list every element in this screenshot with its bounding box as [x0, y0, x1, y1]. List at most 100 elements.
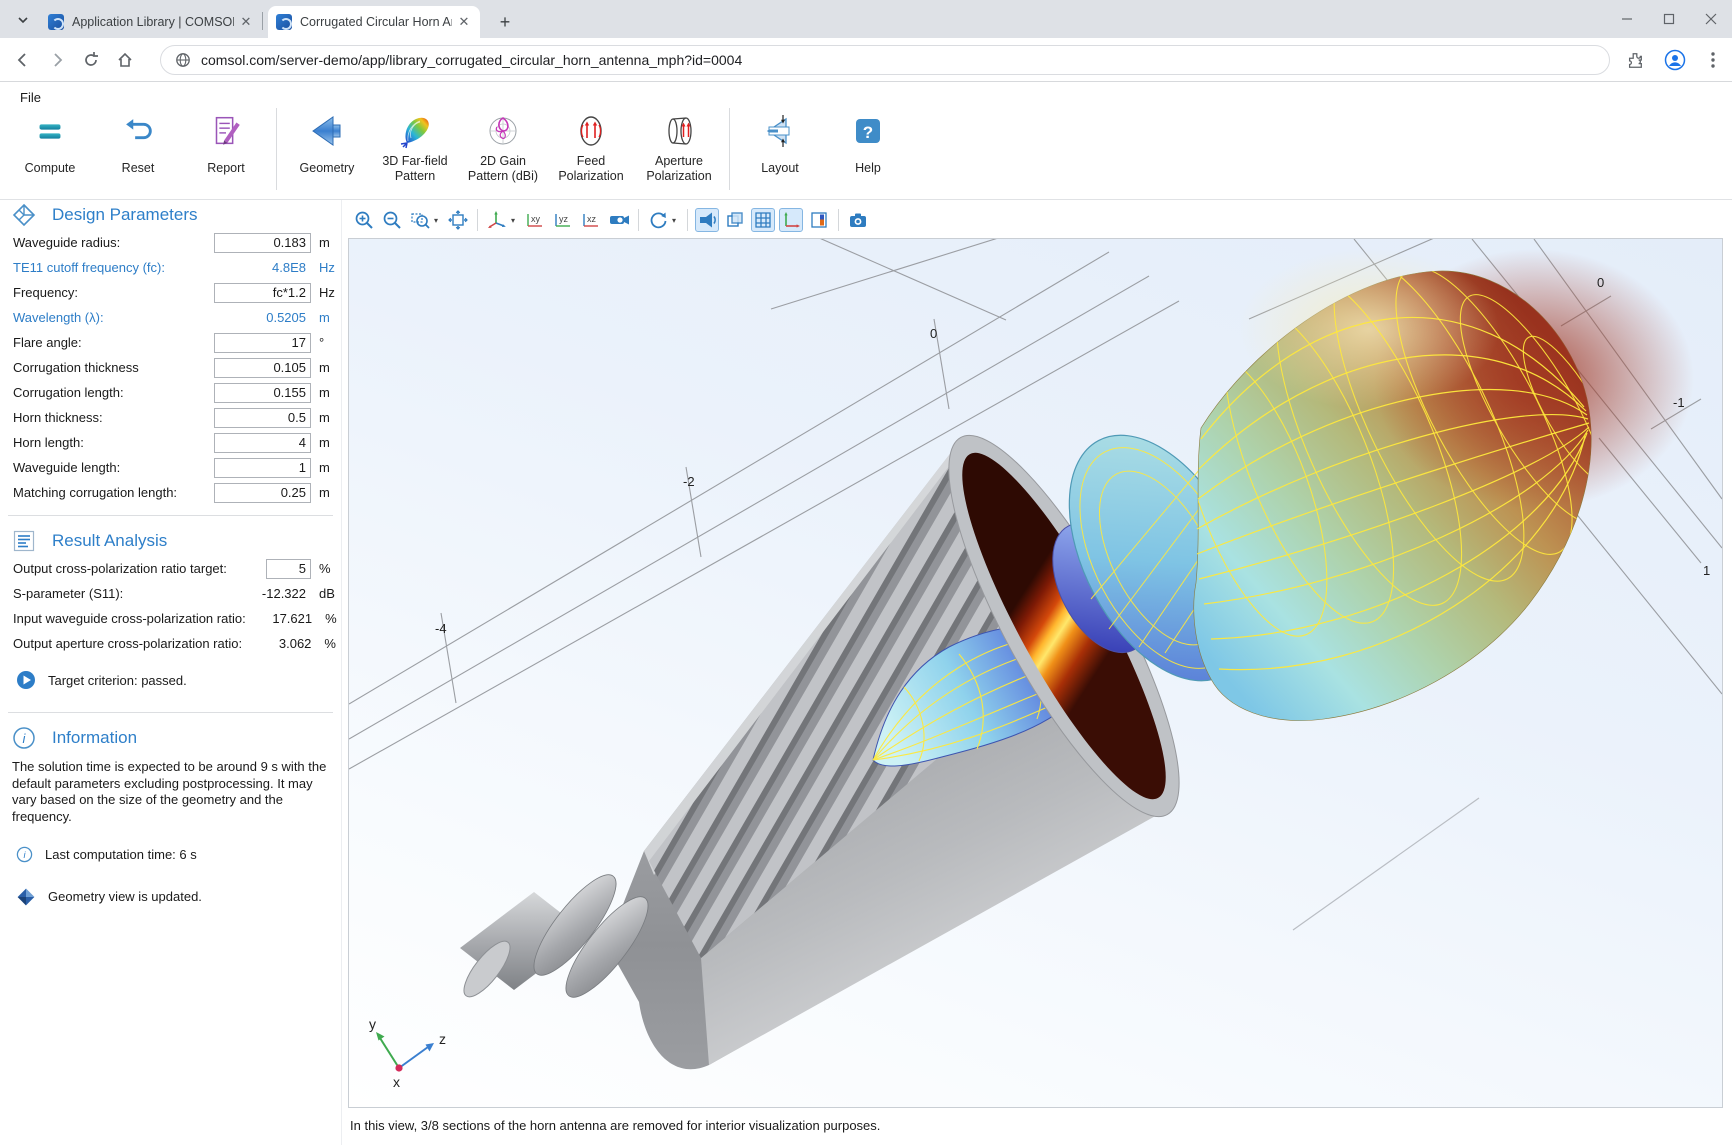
readonly-value: -12.322 — [214, 586, 311, 601]
app-toolbar: File Compute Reset — [0, 82, 1732, 200]
aperture-polarization-icon — [659, 108, 699, 154]
aperture-polarization-button[interactable]: Aperture Polarization — [635, 108, 723, 184]
reload-icon[interactable] — [78, 47, 104, 73]
frequency-input[interactable] — [214, 283, 311, 303]
play-icon — [16, 670, 36, 690]
feed-polarization-button[interactable]: Feed Polarization — [547, 108, 635, 184]
far-field-lobe-icon — [395, 108, 435, 154]
transparency-icon[interactable] — [723, 208, 747, 232]
corrugation-thickness-input[interactable] — [214, 358, 311, 378]
grid-icon[interactable] — [751, 208, 775, 232]
svg-text:xy: xy — [531, 214, 541, 224]
rotate-dropdown-icon[interactable]: ▾ — [672, 208, 682, 232]
color-legend-icon[interactable] — [807, 208, 831, 232]
geometry-button[interactable]: Geometry — [283, 108, 371, 176]
design-parameters-header: Design Parameters — [0, 200, 341, 230]
layout-button[interactable]: Layout — [736, 108, 824, 176]
svg-text:z: z — [439, 1031, 446, 1047]
flare-angle-input[interactable] — [214, 333, 311, 353]
tab-title: Corrugated Circular Horn Anten — [300, 15, 452, 29]
rotate-icon[interactable] — [646, 208, 670, 232]
param-row: Horn thickness:m — [0, 405, 341, 430]
report-button[interactable]: Report — [182, 108, 270, 176]
param-row: Frequency:Hz — [0, 280, 341, 305]
corrugation-length-input[interactable] — [214, 383, 311, 403]
compute-button[interactable]: Compute — [6, 108, 94, 176]
axis-orientation-icon[interactable] — [779, 208, 803, 232]
reset-button[interactable]: Reset — [94, 108, 182, 176]
yz-view-icon[interactable]: yz — [551, 208, 575, 232]
tab-close-icon[interactable]: ✕ — [456, 14, 472, 30]
file-menu[interactable]: File — [14, 88, 47, 107]
coordinate-triad: y z x — [369, 1016, 446, 1090]
toolbar-separator — [477, 209, 478, 231]
geometry-diamond-icon — [16, 887, 36, 907]
section-divider — [8, 515, 333, 516]
horn-antenna-3d-scene: 0 -2 -4 0 -1 1 y z x — [349, 239, 1722, 1107]
svg-text:0: 0 — [1597, 275, 1604, 290]
browser-tab-application-library[interactable]: Application Library | COMSOL S ✕ — [40, 6, 262, 38]
profile-avatar-icon[interactable] — [1662, 47, 1688, 73]
waveguide-radius-input[interactable] — [214, 233, 311, 253]
tab-close-icon[interactable]: ✕ — [238, 14, 254, 30]
xz-view-icon[interactable]: xz — [579, 208, 603, 232]
section-divider — [8, 712, 333, 713]
waveguide-length-input[interactable] — [214, 458, 311, 478]
graphics-viewport[interactable]: 0 -2 -4 0 -1 1 y z x — [348, 238, 1723, 1108]
param-row: Flare angle:° — [0, 330, 341, 355]
scene-light-icon[interactable] — [695, 208, 719, 232]
default-view-dropdown-icon[interactable]: ▾ — [511, 208, 521, 232]
svg-text:x: x — [393, 1074, 400, 1090]
readonly-value: 17.621 — [246, 611, 317, 626]
home-icon[interactable] — [112, 47, 138, 73]
browser-url-row: comsol.com/server-demo/app/library_corru… — [0, 38, 1732, 82]
tab-title: Application Library | COMSOL S — [72, 15, 234, 29]
layout-icon — [760, 108, 800, 154]
zoom-out-icon[interactable] — [380, 208, 404, 232]
readonly-value: 0.5205 — [214, 310, 311, 325]
screenshot-camera-icon[interactable] — [846, 208, 870, 232]
toolbar-separator — [838, 209, 839, 231]
matching-corrugation-length-input[interactable] — [214, 483, 311, 503]
zoom-box-dropdown-icon[interactable]: ▾ — [434, 208, 444, 232]
horn-length-input[interactable] — [214, 433, 311, 453]
kebab-menu-icon[interactable] — [1700, 47, 1726, 73]
back-icon[interactable] — [10, 47, 36, 73]
window-close-button[interactable] — [1690, 0, 1732, 38]
zoom-box-icon[interactable] — [408, 208, 432, 232]
help-button[interactable]: ? Help — [824, 108, 912, 176]
new-tab-button[interactable]: + — [492, 9, 518, 35]
window-maximize-button[interactable] — [1648, 0, 1690, 38]
svg-text:?: ? — [863, 123, 873, 142]
window-minimize-button[interactable] — [1606, 0, 1648, 38]
2d-gain-pattern-button[interactable]: 2D Gain Pattern (dBi) — [459, 108, 547, 184]
help-icon: ? — [851, 108, 885, 154]
polar-plot-icon — [483, 108, 523, 154]
cross-polarization-target-input[interactable] — [266, 559, 311, 579]
section-title: Information — [52, 728, 137, 748]
zoom-in-icon[interactable] — [352, 208, 376, 232]
url-text: comsol.com/server-demo/app/library_corru… — [201, 52, 742, 68]
svg-text:yz: yz — [559, 214, 569, 224]
default-3d-view-icon[interactable] — [485, 208, 509, 232]
param-row: Corrugation thicknessm — [0, 355, 341, 380]
param-row: Horn length:m — [0, 430, 341, 455]
section-title: Design Parameters — [52, 205, 198, 225]
zoom-extents-icon[interactable] — [446, 208, 470, 232]
svg-text:xz: xz — [587, 214, 597, 224]
url-address-bar[interactable]: comsol.com/server-demo/app/library_corru… — [160, 45, 1610, 75]
browser-tab-corrugated-horn[interactable]: Corrugated Circular Horn Anten ✕ — [268, 6, 480, 38]
design-parameters-diamond-icon — [12, 203, 36, 227]
extensions-puzzle-icon[interactable] — [1622, 47, 1648, 73]
sidebar-divider — [341, 200, 342, 1145]
projection-icon[interactable] — [607, 208, 631, 232]
svg-text:1: 1 — [1703, 563, 1710, 578]
svg-text:-4: -4 — [435, 621, 447, 636]
toolbar-separator — [729, 108, 730, 190]
xy-view-icon[interactable]: xy — [523, 208, 547, 232]
tab-search-chevron-icon[interactable] — [10, 7, 36, 33]
3d-far-field-pattern-button[interactable]: 3D Far-field Pattern — [371, 108, 459, 184]
information-body: The solution time is expected to be arou… — [0, 753, 341, 826]
horn-thickness-input[interactable] — [214, 408, 311, 428]
forward-icon[interactable] — [44, 47, 70, 73]
